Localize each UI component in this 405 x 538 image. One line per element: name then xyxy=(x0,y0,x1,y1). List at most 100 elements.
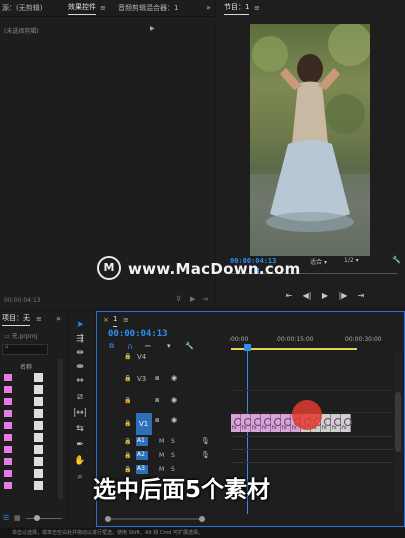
solo-button[interactable]: S xyxy=(171,452,175,459)
timeline-clip[interactable]: fx xyxy=(251,414,262,432)
tab-program[interactable]: 节目：1 xyxy=(224,0,250,15)
lock-icon[interactable]: 🔒 xyxy=(124,353,131,360)
slide-tool-icon[interactable]: ⇆ xyxy=(73,423,87,435)
list-item[interactable] xyxy=(0,433,50,443)
list-item[interactable] xyxy=(0,457,50,467)
zoom-tool-icon[interactable]: ⌕ xyxy=(73,471,87,483)
microphone-icon[interactable]: 🎙 xyxy=(201,451,210,459)
list-item[interactable] xyxy=(0,481,50,491)
rate-stretch-tool-icon[interactable]: ⇔ xyxy=(73,375,87,387)
source-patch-a1[interactable]: A1 xyxy=(136,437,148,446)
razor-tool-icon[interactable]: ⧄ xyxy=(73,391,87,403)
play-button[interactable]: ▶ xyxy=(318,290,332,302)
timeline-clip[interactable]: fx xyxy=(231,414,242,432)
mouse-click-highlight xyxy=(292,400,322,430)
list-item[interactable] xyxy=(0,445,50,455)
lock-icon[interactable]: 🔒 xyxy=(124,438,131,445)
track-target-a2[interactable]: A2 xyxy=(136,451,148,460)
nest-icon[interactable]: ⧉ xyxy=(109,342,114,351)
hand-tool-icon[interactable]: ✋ xyxy=(73,455,87,467)
track-select-tool-icon[interactable]: ⇶ xyxy=(73,333,87,345)
timeline-clip[interactable]: fx xyxy=(341,414,352,432)
sync-lock-icon[interactable]: ⧈ xyxy=(155,374,159,383)
funnel-icon[interactable]: ⊽ xyxy=(176,295,181,303)
expand-arrow-icon[interactable]: ▶ xyxy=(150,25,155,32)
lock-icon[interactable]: 🔒 xyxy=(124,375,131,382)
source-patch-v1-label: V1 xyxy=(139,420,149,428)
eye-icon[interactable]: ◉ xyxy=(171,374,177,382)
add-marker-icon[interactable]: ▾ xyxy=(167,342,171,350)
list-view-icon[interactable]: ☰ xyxy=(3,514,9,522)
timeline-timecode[interactable]: 00:00:04:13 xyxy=(108,329,168,339)
lock-icon[interactable]: 🔒 xyxy=(124,420,131,427)
rolling-edit-tool-icon[interactable]: ⇼ xyxy=(73,361,87,373)
timeline-horizontal-scrollbar[interactable] xyxy=(105,516,205,522)
selection-tool-icon[interactable]: ➤ xyxy=(73,319,87,331)
lock-icon[interactable]: 🔒 xyxy=(124,452,131,459)
microphone-icon[interactable]: 🎙 xyxy=(201,437,210,445)
export-icon[interactable]: ⇥ xyxy=(202,295,208,303)
timeline-settings-icon[interactable]: 🔧 xyxy=(185,342,194,350)
project-panel-tabs: 项目：无 ≡ » xyxy=(0,311,66,327)
tab-menu-icon[interactable]: ≡ xyxy=(36,311,42,327)
list-item[interactable] xyxy=(0,385,50,395)
source-patch-v1[interactable]: V1 xyxy=(136,413,152,435)
mute-button[interactable]: M xyxy=(159,452,164,459)
tab-project[interactable]: 项目：无 xyxy=(2,311,30,326)
close-icon[interactable]: × xyxy=(103,312,109,328)
project-column-name[interactable]: 名称 xyxy=(20,362,32,371)
mute-button[interactable]: M xyxy=(159,438,164,445)
project-scrollbar[interactable] xyxy=(58,359,63,499)
tab-menu-icon[interactable]: ≡ xyxy=(254,0,260,16)
pen-tool-icon[interactable]: ✒ xyxy=(73,439,87,451)
timeline-clip[interactable]: fx xyxy=(261,414,272,432)
ripple-edit-tool-icon[interactable]: ⇹ xyxy=(73,347,87,359)
snap-icon[interactable]: ∩ xyxy=(127,342,133,351)
tab-menu-icon[interactable]: ≡ xyxy=(123,312,129,328)
list-item[interactable] xyxy=(0,397,50,407)
timeline-clip[interactable]: fx xyxy=(271,414,282,432)
playhead-handle[interactable] xyxy=(244,344,251,351)
list-item[interactable] xyxy=(0,469,50,479)
tab-sequence[interactable]: 1 xyxy=(113,312,118,327)
slip-tool-icon[interactable]: |↔| xyxy=(73,407,87,419)
resolution-dropdown[interactable]: 1/2 ▾ xyxy=(344,257,359,264)
video-content-image xyxy=(250,24,370,256)
tab-audio-mixer[interactable]: 音频剪辑混合器：1 xyxy=(118,0,178,16)
list-item[interactable] xyxy=(0,409,50,419)
track-lane-a2[interactable] xyxy=(231,450,393,463)
eye-icon[interactable]: ◉ xyxy=(171,396,177,404)
fit-dropdown[interactable]: 适合 ▾ xyxy=(310,257,327,266)
track-lane-a1[interactable] xyxy=(231,436,393,450)
linked-selection-icon[interactable]: ⎓ xyxy=(145,342,151,351)
play-icon[interactable]: ▶ xyxy=(190,295,195,303)
tab-menu-icon[interactable]: ≡ xyxy=(100,0,106,16)
project-search-input[interactable]: ⌕ xyxy=(2,343,48,355)
list-item[interactable] xyxy=(0,373,50,383)
step-back-icon[interactable]: ◀| xyxy=(300,290,314,302)
timeline-clip[interactable]: fx xyxy=(241,414,252,432)
lock-icon[interactable]: 🔒 xyxy=(124,397,131,404)
overflow-chevron-icon[interactable]: » xyxy=(56,311,61,327)
track-lane-v3[interactable] xyxy=(231,370,393,391)
tab-source[interactable]: 源：(无剪辑) xyxy=(2,0,42,16)
go-to-in-icon[interactable]: ⇤ xyxy=(282,290,296,302)
timeline-clip[interactable]: fx xyxy=(281,414,292,432)
wrench-icon[interactable]: 🔧 xyxy=(392,256,401,264)
timeline-clip[interactable]: fx xyxy=(321,414,332,432)
list-item[interactable] xyxy=(0,421,50,431)
zoom-slider[interactable] xyxy=(26,515,62,521)
sync-lock-icon[interactable]: ⧈ xyxy=(155,396,159,405)
timeline-vertical-scrollbar[interactable] xyxy=(394,352,402,512)
label-color-swatch xyxy=(4,458,12,465)
icon-view-icon[interactable]: ▦ xyxy=(14,514,21,522)
time-ruler[interactable]: :00:00 00:00:15:00 00:00:30:00 xyxy=(229,334,391,354)
step-forward-icon[interactable]: |▶ xyxy=(336,290,350,302)
go-to-out-icon[interactable]: ⇥ xyxy=(354,290,368,302)
timeline-clip[interactable]: fx xyxy=(331,414,342,432)
overflow-chevron-icon[interactable]: » xyxy=(206,0,211,16)
solo-button[interactable]: S xyxy=(171,438,175,445)
eye-icon[interactable]: ◉ xyxy=(171,416,177,424)
tab-effect-controls[interactable]: 效果控件 xyxy=(68,0,96,15)
sync-lock-icon[interactable]: ⧈ xyxy=(155,416,159,425)
